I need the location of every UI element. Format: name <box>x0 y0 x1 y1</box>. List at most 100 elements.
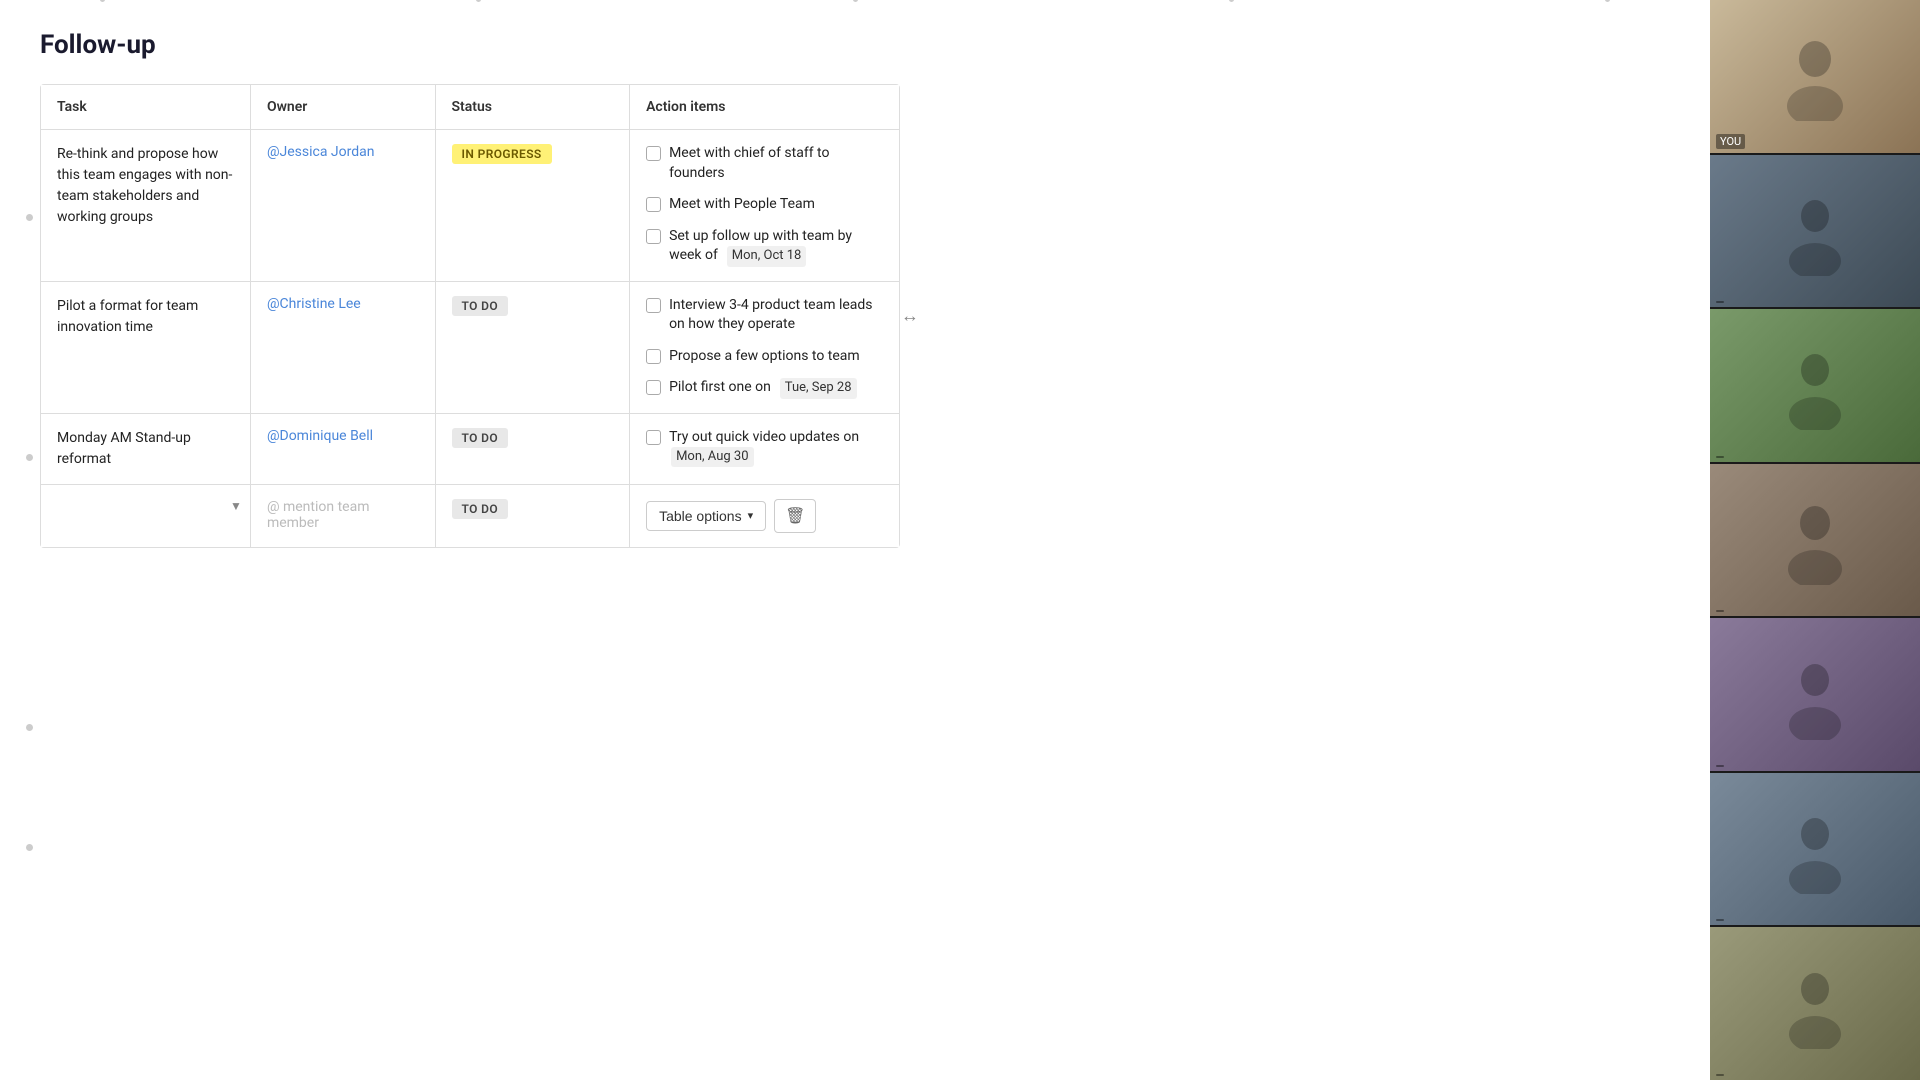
video-silhouette-7 <box>1710 927 1920 1080</box>
table-row: Monday AM Stand-up reformat @Dominique B… <box>41 413 899 484</box>
action-checkbox[interactable] <box>646 229 661 244</box>
task-text: Re-think and propose how this team engag… <box>57 144 234 228</box>
status-cell[interactable]: TO DO <box>435 413 630 484</box>
resize-handle[interactable]: ↔ <box>901 305 919 326</box>
video-label-5 <box>1716 765 1724 767</box>
task-cell[interactable]: Re-think and propose how this team engag… <box>41 130 250 282</box>
video-label-1: YOU <box>1716 134 1745 149</box>
action-cell: Try out quick video updates on Mon, Aug … <box>630 413 899 484</box>
action-item: Interview 3-4 product team leads on how … <box>646 296 883 335</box>
header-row: Task Owner Status Action items <box>41 85 899 130</box>
participant-silhouette <box>1775 186 1855 276</box>
video-silhouette-2 <box>1710 155 1920 308</box>
video-label-2 <box>1716 301 1724 303</box>
video-silhouette-6 <box>1710 773 1920 926</box>
action-text: Try out quick video updates on Mon, Aug … <box>669 428 883 468</box>
chevron-down-icon: ▼ <box>230 499 242 513</box>
action-checkbox[interactable] <box>646 298 661 313</box>
video-tile-2[interactable] <box>1710 155 1920 310</box>
status-cell[interactable]: TO DO <box>435 281 630 413</box>
action-item: Set up follow up with team by week of Mo… <box>646 227 883 267</box>
table-options-label: Table options <box>659 508 742 524</box>
owner-link[interactable]: @Jessica Jordan <box>267 144 375 160</box>
action-checkbox[interactable] <box>646 197 661 212</box>
video-silhouette-3 <box>1710 309 1920 462</box>
owner-cell[interactable]: @Christine Lee <box>250 281 435 413</box>
action-item: Try out quick video updates on Mon, Aug … <box>646 428 883 468</box>
row-indicator-dot <box>26 454 33 461</box>
task-text: Pilot a format for team innovation time <box>57 296 234 338</box>
table-wrapper: ↔ Task Owner Status Action items Re-th <box>40 84 900 548</box>
action-text: Set up follow up with team by week of Mo… <box>669 227 883 267</box>
participant-silhouette <box>1775 650 1855 740</box>
action-text: Meet with chief of staff to founders <box>669 144 883 183</box>
task-cell-new[interactable]: ▼ <box>41 484 250 547</box>
video-tile-1[interactable]: YOU <box>1710 0 1920 155</box>
status-badge: TO DO <box>452 499 509 519</box>
video-label-7 <box>1716 1074 1724 1076</box>
action-cell: Meet with chief of staff to founders Mee… <box>630 130 899 282</box>
row-indicator-dot <box>26 214 33 221</box>
action-item: Propose a few options to team <box>646 347 883 367</box>
grid-dot <box>853 0 858 2</box>
status-cell-new[interactable]: TO DO <box>435 484 630 547</box>
action-text: Interview 3-4 product team leads on how … <box>669 296 883 335</box>
status-badge: TO DO <box>452 296 509 316</box>
action-checkbox[interactable] <box>646 349 661 364</box>
table-row-new: ▼ @ mention team member TO DO Table opti… <box>41 484 899 547</box>
col-header-task: Task <box>41 85 250 130</box>
chevron-down-icon: ▾ <box>748 509 754 522</box>
owner-cell[interactable]: @Jessica Jordan <box>250 130 435 282</box>
table-header: Task Owner Status Action items <box>41 85 899 130</box>
action-text: Pilot first one on Tue, Sep 28 <box>669 378 856 398</box>
page-title: Follow-up <box>40 30 1670 60</box>
grid-dot <box>476 0 481 2</box>
table-body: Re-think and propose how this team engag… <box>41 130 899 547</box>
action-items-list: Try out quick video updates on Mon, Aug … <box>646 428 883 468</box>
owner-cell[interactable]: @Dominique Bell <box>250 413 435 484</box>
action-text: Propose a few options to team <box>669 347 860 367</box>
owner-link[interactable]: @Dominique Bell <box>267 428 373 444</box>
action-date: Mon, Oct 18 <box>727 246 807 266</box>
task-text: Monday AM Stand-up reformat <box>57 428 234 470</box>
col-header-action: Action items <box>630 85 899 130</box>
status-cell[interactable]: IN PROGRESS <box>435 130 630 282</box>
action-items-list: Interview 3-4 product team leads on how … <box>646 296 883 399</box>
action-checkbox[interactable] <box>646 380 661 395</box>
action-item: Meet with People Team <box>646 195 883 215</box>
participant-silhouette <box>1775 959 1855 1049</box>
follow-up-table: Task Owner Status Action items Re-think … <box>41 85 899 547</box>
action-checkbox[interactable] <box>646 146 661 161</box>
new-task-input[interactable] <box>57 499 234 529</box>
sidebar-videos: YOU <box>1710 0 1920 1080</box>
main-content: Follow-up ↔ Task Owner Status <box>0 0 1710 1080</box>
video-tile-3[interactable] <box>1710 309 1920 464</box>
owner-cell-new[interactable]: @ mention team member <box>250 484 435 547</box>
resize-icon: ↔ <box>901 305 919 326</box>
grid-dot <box>1605 0 1610 2</box>
video-label-3 <box>1716 456 1724 458</box>
action-items-list: Meet with chief of staff to founders Mee… <box>646 144 883 267</box>
grid-dots <box>0 0 1710 2</box>
action-checkbox[interactable] <box>646 430 661 445</box>
participant-silhouette <box>1775 31 1855 121</box>
action-cell: Interview 3-4 product team leads on how … <box>630 281 899 413</box>
action-cell-new: Table options ▾ 🗑 <box>630 484 899 547</box>
participant-silhouette <box>1775 340 1855 430</box>
video-tile-5[interactable] <box>1710 618 1920 773</box>
video-tile-4[interactable] <box>1710 464 1920 619</box>
col-header-status: Status <box>435 85 630 130</box>
participant-silhouette <box>1775 804 1855 894</box>
task-cell[interactable]: Pilot a format for team innovation time <box>41 281 250 413</box>
action-date: Mon, Aug 30 <box>671 447 753 467</box>
status-badge: TO DO <box>452 428 509 448</box>
video-tile-6[interactable] <box>1710 773 1920 928</box>
video-tile-7[interactable] <box>1710 927 1920 1080</box>
task-cell[interactable]: Monday AM Stand-up reformat <box>41 413 250 484</box>
owner-placeholder: @ mention team member <box>267 499 370 531</box>
table-options-button[interactable]: Table options ▾ <box>646 501 766 531</box>
action-date: Tue, Sep 28 <box>780 378 857 398</box>
table-container: ↔ Task Owner Status Action items Re-th <box>40 84 900 548</box>
delete-row-button[interactable]: 🗑 <box>774 499 816 533</box>
owner-link[interactable]: @Christine Lee <box>267 296 361 312</box>
